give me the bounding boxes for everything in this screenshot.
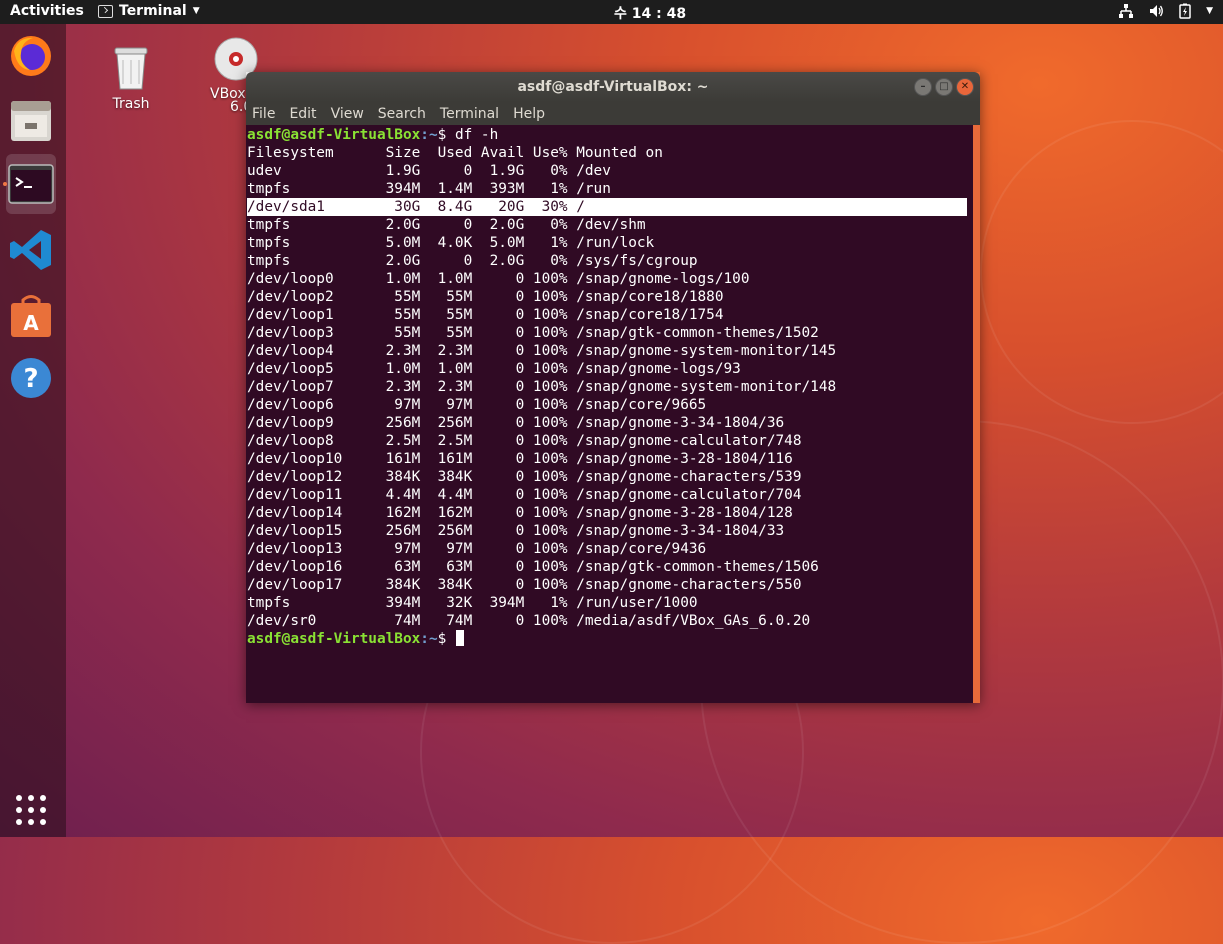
clock[interactable]: 수 14 : 48	[614, 3, 686, 23]
output-row: /dev/loop17 384K 384K 0 100% /snap/gnome…	[247, 577, 802, 593]
output-row: /dev/loop3 55M 55M 0 100% /snap/gtk-comm…	[247, 325, 819, 341]
output-row: /dev/loop0 1.0M 1.0M 0 100% /snap/gnome-…	[247, 271, 750, 287]
dock-firefox[interactable]	[6, 30, 56, 82]
command-line: asdf@asdf-VirtualBox:~$ df -h	[247, 126, 498, 144]
prompt-symbol: $	[437, 127, 447, 143]
vscode-icon	[10, 230, 51, 270]
terminal-window: asdf@asdf-VirtualBox: ~ – □ ✕ File Edit …	[246, 72, 980, 703]
app-menu-label: Terminal	[119, 3, 187, 19]
prompt-path: :~	[420, 631, 438, 647]
menu-bar: File Edit View Search Terminal Help	[246, 102, 980, 125]
output-row: tmpfs 394M 1.4M 393M 1% /run	[247, 181, 611, 197]
text-cursor	[455, 630, 464, 646]
prompt-symbol: $	[437, 631, 447, 647]
show-applications-button[interactable]	[6, 784, 56, 836]
output-row: /dev/loop4 2.3M 2.3M 0 100% /snap/gnome-…	[247, 343, 837, 359]
window-titlebar[interactable]: asdf@asdf-VirtualBox: ~ – □ ✕	[246, 72, 980, 102]
output-row: tmpfs 2.0G 0 2.0G 0% /dev/shm	[247, 217, 646, 233]
dock-vscode[interactable]	[6, 224, 56, 276]
window-title: asdf@asdf-VirtualBox: ~	[517, 79, 709, 95]
output-row: /dev/loop13 97M 97M 0 100% /snap/core/94…	[247, 541, 707, 557]
output-row: /dev/loop7 2.3M 2.3M 0 100% /snap/gnome-…	[247, 379, 837, 395]
menu-view[interactable]: View	[331, 106, 364, 122]
dock-help[interactable]: ?	[6, 352, 56, 404]
output-header-row: Filesystem Size Used Avail Use% Mounted …	[247, 145, 663, 161]
chevron-down-icon: ▼	[1206, 6, 1213, 16]
input-prompt-line[interactable]: asdf@asdf-VirtualBox:~$	[247, 630, 464, 648]
output-row: /dev/loop1 55M 55M 0 100% /snap/core18/1…	[247, 307, 724, 323]
output-row: /dev/loop6 97M 97M 0 100% /snap/core/966…	[247, 397, 707, 413]
battery-icon	[1179, 3, 1191, 19]
output-row: /dev/loop14 162M 162M 0 100% /snap/gnome…	[247, 505, 793, 521]
output-row: /dev/loop16 63M 63M 0 100% /snap/gtk-com…	[247, 559, 819, 575]
maximize-button[interactable]: □	[935, 78, 953, 96]
wallpaper-arc	[980, 120, 1223, 424]
output-row: /dev/sr0 74M 74M 0 100% /media/asdf/VBox…	[247, 613, 811, 629]
software-center-icon: A	[11, 295, 51, 337]
trash-icon	[114, 47, 148, 90]
minimize-button[interactable]: –	[914, 78, 932, 96]
command-text: df -h	[446, 127, 499, 143]
app-grid-icon	[16, 795, 46, 825]
svg-text:?: ?	[23, 364, 38, 394]
menu-search[interactable]: Search	[378, 106, 426, 122]
desktop-trash[interactable]: Trash	[100, 42, 162, 112]
menu-file[interactable]: File	[252, 106, 275, 122]
system-tray[interactable]: ▼	[1118, 3, 1213, 19]
output-row: /dev/loop5 1.0M 1.0M 0 100% /snap/gnome-…	[247, 361, 741, 377]
dock: A ?	[0, 24, 66, 837]
help-icon: ?	[11, 358, 51, 398]
output-row: udev 1.9G 0 1.9G 0% /dev	[247, 163, 611, 179]
prompt-path: :~	[420, 127, 438, 143]
volume-icon	[1150, 5, 1163, 17]
running-indicator	[3, 182, 7, 186]
scrollbar[interactable]	[973, 125, 980, 703]
menu-help[interactable]: Help	[513, 106, 545, 122]
dock-files[interactable]	[6, 94, 56, 146]
close-button[interactable]: ✕	[956, 78, 974, 96]
files-icon	[11, 101, 51, 141]
output-row: tmpfs 5.0M 4.0K 5.0M 1% /run/lock	[247, 235, 655, 251]
output-row: /dev/sda1 30G 8.4G 20G 30% /	[247, 198, 967, 216]
dock-terminal[interactable]	[3, 154, 56, 214]
output-row: /dev/loop11 4.4M 4.4M 0 100% /snap/gnome…	[247, 487, 802, 503]
svg-text:A: A	[23, 311, 39, 335]
output-row: /dev/loop10 161M 161M 0 100% /snap/gnome…	[247, 451, 793, 467]
chevron-down-icon: ▼	[192, 6, 200, 16]
menu-terminal[interactable]: Terminal	[440, 106, 499, 122]
output-row: /dev/loop2 55M 55M 0 100% /snap/core18/1…	[247, 289, 724, 305]
activities-button[interactable]: Activities	[10, 3, 84, 19]
app-menu[interactable]: Terminal ▼	[98, 3, 200, 19]
output-row: /dev/loop8 2.5M 2.5M 0 100% /snap/gnome-…	[247, 433, 802, 449]
output-row: tmpfs 2.0G 0 2.0G 0% /sys/fs/cgroup	[247, 253, 698, 269]
output-row: /dev/loop9 256M 256M 0 100% /snap/gnome-…	[247, 415, 785, 431]
output-row: /dev/loop12 384K 384K 0 100% /snap/gnome…	[247, 469, 802, 485]
firefox-icon	[11, 36, 51, 76]
output-row: tmpfs 394M 32K 394M 1% /run/user/1000	[247, 595, 698, 611]
network-icon	[1119, 4, 1134, 18]
prompt-user: asdf@asdf-VirtualBox	[247, 631, 421, 647]
top-bar: Activities Terminal ▼ 수 14 : 48 ▼	[0, 0, 1223, 24]
prompt-user: asdf@asdf-VirtualBox	[247, 127, 421, 143]
terminal-output[interactable]: asdf@asdf-VirtualBox:~$ df -h Filesystem…	[246, 125, 980, 703]
trash-label: Trash	[112, 96, 150, 112]
output-row: /dev/loop15 256M 256M 0 100% /snap/gnome…	[247, 523, 785, 539]
terminal-icon	[98, 4, 113, 18]
menu-edit[interactable]: Edit	[289, 106, 316, 122]
terminal-icon	[8, 164, 54, 204]
dock-software[interactable]: A	[6, 290, 56, 342]
